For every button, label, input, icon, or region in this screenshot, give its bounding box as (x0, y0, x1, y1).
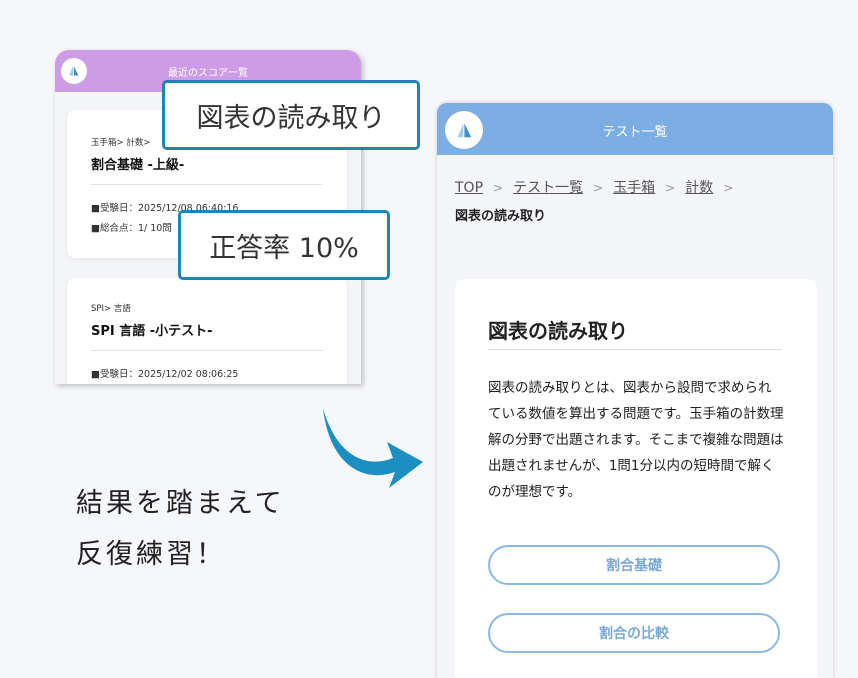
card-divider (91, 350, 323, 351)
tagline-line2: 反復練習！ (76, 539, 226, 570)
test-list-title: テスト一覧 (602, 125, 668, 140)
breadcrumb-current: 図表の読み取り (455, 209, 547, 224)
card-divider (91, 184, 323, 185)
curved-arrow-icon (323, 408, 423, 488)
breadcrumb-tamatebako[interactable]: 玉手箱 (613, 180, 655, 196)
score-card-total: ■総合点：1/ 10問 (91, 223, 172, 234)
score-card[interactable]: SPI> 言語 SPI 言語 -小テスト- ■受験日：2025/12/02 08… (67, 278, 347, 384)
topic-description: 図表の読み取りとは、図表から設問で求められている数値を算出する問題です。玉手箱の… (488, 380, 784, 500)
chevron-right-icon: > (665, 181, 676, 195)
recent-scores-title: 最近のスコア一覧 (168, 68, 248, 79)
tagline-line1: 結果を踏まえて (76, 488, 285, 519)
score-card-title: SPI 言語 -小テスト- (91, 324, 213, 339)
breadcrumb-top[interactable]: TOP (455, 180, 483, 196)
topic-callout: 図表の読み取り (162, 80, 420, 150)
score-card-title: 割合基礎 -上級- (91, 158, 185, 173)
chevron-right-icon: > (723, 181, 734, 195)
accuracy-callout: 正答率 10% (178, 210, 390, 280)
score-card-date: ■受験日：2025/12/02 08:06:25 (91, 369, 239, 380)
test-button-wariai-hikaku[interactable]: 割合の比較 (488, 613, 780, 653)
tagline: 結果を踏まえて 反復練習！ (76, 478, 285, 580)
score-card-category: SPI> 言語 (91, 304, 131, 314)
topic-title: 図表の読み取り (488, 319, 628, 343)
chevron-right-icon: > (493, 181, 504, 195)
test-button-wariai-kiso[interactable]: 割合基礎 (488, 545, 780, 585)
topic-divider (488, 349, 782, 350)
breadcrumb-keisu[interactable]: 計数 (685, 180, 713, 196)
topic-card: 図表の読み取り 図表の読み取りとは、図表から設問で求められている数値を算出する問… (455, 279, 817, 678)
score-card-category: 玉手箱> 計数> (91, 138, 151, 148)
chevron-right-icon: > (593, 181, 604, 195)
test-list-header: テスト一覧 (437, 103, 833, 155)
breadcrumb: TOP > テスト一覧 > 玉手箱 > 計数 > (455, 177, 743, 197)
breadcrumb-test-list[interactable]: テスト一覧 (513, 180, 583, 196)
test-list-screen: テスト一覧 TOP > テスト一覧 > 玉手箱 > 計数 > 図表の読み取り 図表の読み取り … (437, 103, 833, 678)
